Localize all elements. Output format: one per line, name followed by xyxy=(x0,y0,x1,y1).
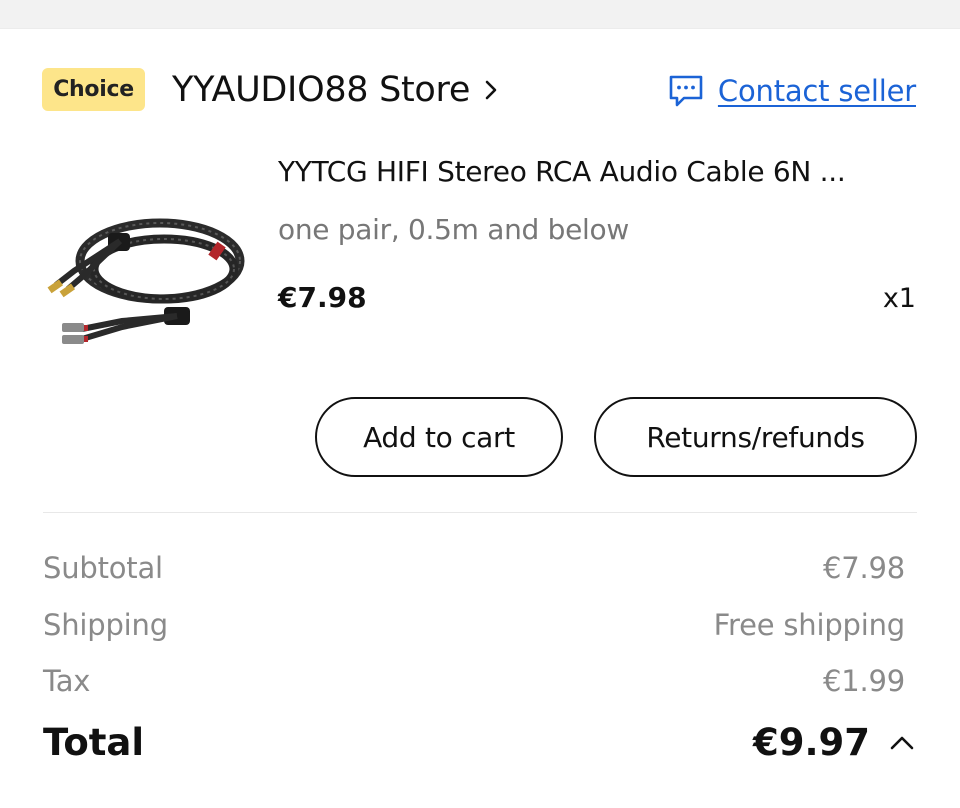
shipping-value: Free shipping xyxy=(713,608,906,642)
contact-seller-label[interactable]: Contact seller xyxy=(718,74,916,108)
subtotal-value: €7.98 xyxy=(822,551,905,585)
chevron-right-icon xyxy=(485,80,497,100)
tax-label: Tax xyxy=(43,664,91,698)
returns-refunds-button[interactable]: Returns/refunds xyxy=(594,397,917,477)
subtotal-label: Subtotal xyxy=(43,551,163,585)
total-toggle[interactable]: €9.97 xyxy=(753,721,916,764)
chat-bubble-icon xyxy=(669,75,703,107)
store-name: YYAUDIO88 Store xyxy=(172,70,471,110)
order-store-card: Choice YYAUDIO88 Store Contact seller YY… xyxy=(0,29,960,808)
shipping-label: Shipping xyxy=(43,608,168,642)
store-link[interactable]: YYAUDIO88 Store xyxy=(172,67,502,113)
add-to-cart-button[interactable]: Add to cart xyxy=(315,397,563,477)
choice-badge: Choice xyxy=(42,68,145,111)
product-quantity: x1 xyxy=(882,283,916,314)
divider xyxy=(43,512,917,513)
product-price: €7.98 xyxy=(278,281,367,314)
total-value: €9.97 xyxy=(752,721,870,764)
tax-value: €1.99 xyxy=(822,664,905,698)
product-title[interactable]: YYTCG HIFI Stereo RCA Audio Cable 6N ... xyxy=(278,155,918,188)
product-variant: one pair, 0.5m and below xyxy=(278,213,629,246)
contact-seller-link[interactable]: Contact seller xyxy=(668,71,916,111)
top-strip xyxy=(0,0,960,29)
product-thumbnail[interactable] xyxy=(42,179,252,369)
chevron-up-icon[interactable] xyxy=(888,729,916,757)
total-label: Total xyxy=(43,721,145,764)
